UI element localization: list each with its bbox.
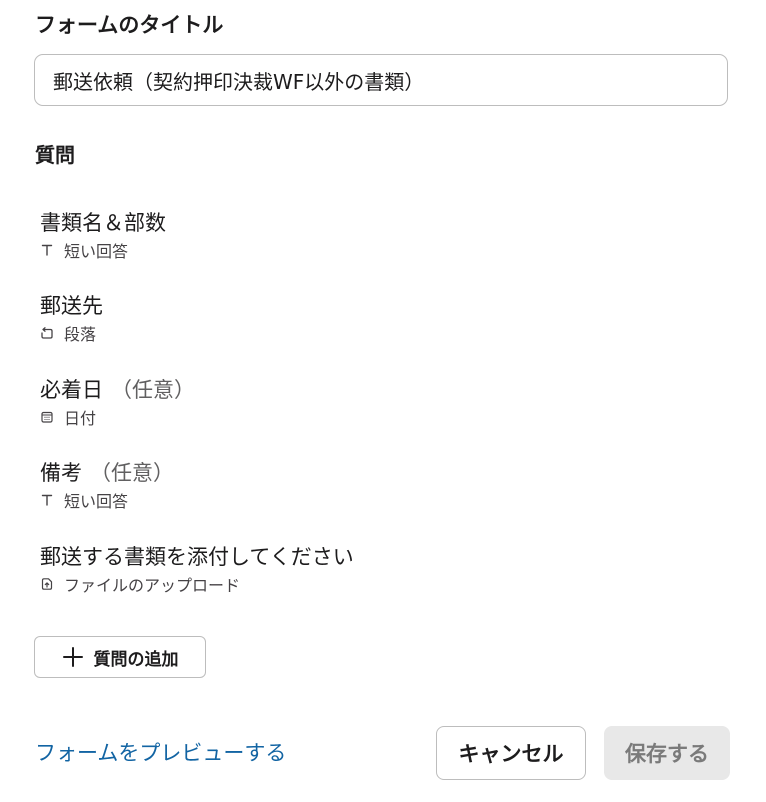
add-question-label: 質問の追加: [93, 649, 179, 670]
text-type-icon: [41, 244, 53, 256]
question-type: 日付: [40, 405, 700, 429]
question-item-document-name[interactable]: 書類名＆部数 短い回答: [40, 208, 700, 272]
optional-tag: （任意）: [111, 378, 195, 402]
question-type-label: 短い回答: [64, 242, 129, 261]
text-type-icon: [41, 494, 53, 506]
question-type-label: 短い回答: [64, 492, 129, 511]
paragraph-icon: [41, 327, 53, 339]
questions-heading: 質問: [35, 143, 75, 167]
question-item-destination[interactable]: 郵送先 段落: [40, 291, 700, 355]
preview-form-link[interactable]: フォームをプレビューする: [35, 737, 286, 769]
question-title: 必着日 （任意）: [40, 378, 195, 402]
question-type: 短い回答: [40, 238, 700, 262]
question-title: 郵送する書類を添付してください: [40, 545, 354, 569]
form-title-input[interactable]: [35, 55, 727, 105]
plus-icon: [62, 647, 83, 667]
question-item-remarks[interactable]: 備考 （任意） 短い回答: [40, 458, 700, 522]
add-question-button[interactable]: 質問の追加: [34, 636, 206, 678]
question-type-label: ファイルのアップロード: [64, 576, 241, 595]
cancel-button[interactable]: キャンセル: [436, 726, 586, 780]
question-type: ファイルのアップロード: [40, 572, 700, 596]
question-item-attach-documents[interactable]: 郵送する書類を添付してください ファイルのアップロード: [40, 542, 700, 606]
question-title: 書類名＆部数: [40, 211, 166, 235]
question-title: 郵送先: [40, 294, 103, 318]
question-type: 短い回答: [40, 488, 700, 512]
question-type: 段落: [40, 321, 700, 345]
calendar-icon: [41, 411, 53, 423]
question-type-label: 段落: [64, 325, 97, 344]
question-item-arrival-date[interactable]: 必着日 （任意） 日付: [40, 375, 700, 439]
file-upload-icon: [41, 578, 53, 590]
form-title-field[interactable]: [34, 54, 728, 106]
optional-tag: （任意）: [90, 461, 174, 485]
save-button[interactable]: 保存する: [604, 726, 730, 780]
question-type-label: 日付: [64, 409, 97, 428]
question-title: 備考 （任意）: [40, 461, 174, 485]
form-title-label: フォームのタイトル: [35, 13, 224, 37]
